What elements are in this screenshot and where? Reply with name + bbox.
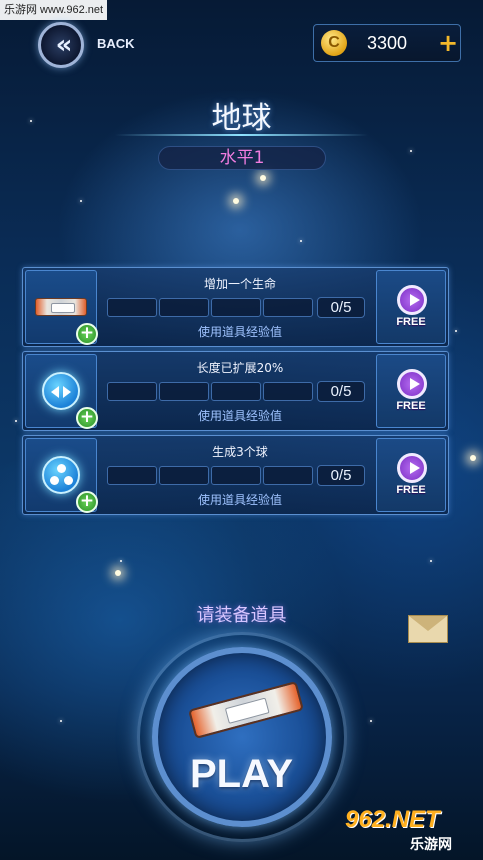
powerup-slot[interactable]: +	[25, 354, 98, 429]
free-video-button[interactable]: FREE	[376, 438, 446, 512]
powerup-title: 增加一个生命	[203, 277, 276, 291]
powerup-slot[interactable]: +	[25, 438, 98, 513]
powerup-subtitle: 使用道具经验值	[197, 409, 282, 423]
play-label[interactable]: PLAY	[0, 752, 483, 797]
progress-count: 0/5	[317, 465, 365, 486]
play-button[interactable]	[152, 647, 332, 827]
powerup-row-extra-life: + 增加一个生命 0/5 使用道具经验值 FREE	[22, 267, 449, 347]
expand-icon	[42, 372, 80, 410]
mail-icon[interactable]	[408, 615, 448, 643]
paddle-icon	[35, 298, 87, 316]
free-label: FREE	[396, 484, 426, 496]
free-video-button[interactable]: FREE	[376, 354, 446, 428]
powerup-subtitle: 使用道具经验值	[197, 493, 282, 507]
multiball-icon	[42, 456, 80, 494]
powerup-row-extend-length: + 长度已扩展20% 0/5 使用道具经验值 FREE	[22, 351, 449, 431]
watermark-logo-sub: 乐游网	[410, 837, 452, 853]
powerup-slot[interactable]: +	[25, 270, 98, 345]
plus-icon[interactable]: +	[76, 407, 98, 429]
powerup-title: 长度已扩展20%	[196, 361, 284, 375]
plus-icon[interactable]: +	[76, 323, 98, 345]
progress-count: 0/5	[317, 381, 365, 402]
free-video-button[interactable]: FREE	[376, 270, 446, 344]
powerup-subtitle: 使用道具经验值	[197, 325, 282, 339]
play-video-icon	[397, 285, 427, 315]
powerup-row-multiball: + 生成3个球 0/5 使用道具经验值 FREE	[22, 435, 449, 515]
page-title: 地球	[211, 101, 272, 136]
free-label: FREE	[396, 400, 426, 412]
play-video-icon	[397, 453, 427, 483]
level-badge: 水平1	[158, 146, 326, 170]
progress-bar	[107, 298, 313, 317]
coin-counter: C 3300 +	[313, 24, 461, 62]
watermark-top: 乐游网 www.962.net	[0, 0, 108, 20]
free-label: FREE	[396, 316, 426, 328]
progress-bar	[107, 382, 313, 401]
progress-bar	[107, 466, 313, 485]
plus-icon[interactable]: +	[76, 491, 98, 513]
double-chevron-left-icon: «	[55, 30, 73, 60]
coin-value: 3300	[367, 32, 408, 53]
coin-icon: C	[321, 30, 347, 56]
powerup-title: 生成3个球	[212, 445, 268, 459]
add-coins-button[interactable]: +	[437, 31, 459, 55]
play-video-icon	[397, 369, 427, 399]
title-divider	[115, 134, 368, 136]
back-label[interactable]: BACK	[97, 36, 135, 51]
back-button[interactable]: «	[38, 22, 84, 68]
progress-count: 0/5	[317, 297, 365, 318]
